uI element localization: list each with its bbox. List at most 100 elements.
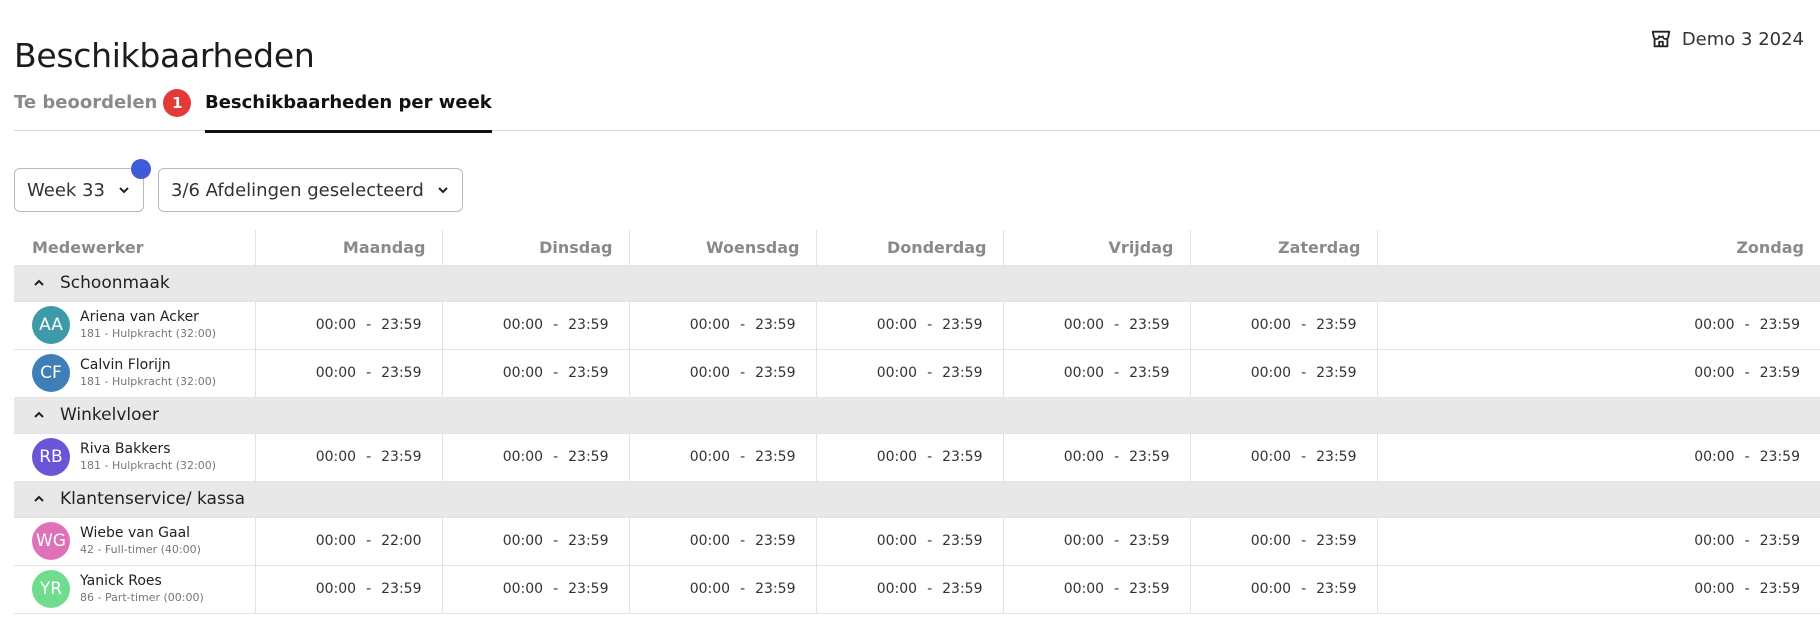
end-time: 23:59 [568, 581, 609, 597]
employee-cell: YR Yanick Roes 86 - Part-timer (00:00) [14, 564, 255, 614]
availability-cell[interactable]: 00:00-23:59 [1002, 300, 1190, 349]
availability-cell[interactable]: 00:00-23:59 [628, 564, 816, 614]
availability-cell[interactable]: 00:00-23:59 [1376, 348, 1820, 397]
time-separator: - [553, 449, 559, 465]
availability-cell[interactable]: 00:00-23:59 [254, 564, 442, 614]
availability-cell[interactable]: 00:00-23:59 [1376, 300, 1820, 349]
availability-cell[interactable]: 00:00-23:59 [628, 432, 816, 481]
availability-cell[interactable]: 00:00-23:59 [815, 348, 1003, 397]
time-separator: - [553, 581, 559, 597]
table-row[interactable]: CF Calvin Florijn 181 - Hulpkracht (32:00)… [14, 348, 1820, 397]
table-header-row: Medewerker Maandag Dinsdag Woensdag Donderda… [14, 230, 1820, 265]
count-badge: 1 [163, 89, 192, 117]
store-selector[interactable]: Demo 3 2024 [1650, 28, 1804, 50]
start-time: 00:00 [1063, 533, 1105, 549]
time-separator: - [366, 581, 372, 597]
tab-te-beoordelen[interactable]: Te beoordelen 1 [14, 89, 192, 131]
availability-cell[interactable]: 00:00-23:59 [254, 348, 442, 397]
availability-cell[interactable]: 00:00-23:59 [441, 516, 629, 565]
column-header: Maandag [254, 230, 442, 265]
time-separator: - [740, 365, 746, 381]
time-separator: - [553, 533, 559, 549]
availability-cell[interactable]: 00:00-23:59 [815, 432, 1003, 481]
department-select[interactable]: 3/6 Afdelingen geselecteerd [157, 168, 463, 212]
availability-cell[interactable]: 00:00-23:59 [1376, 516, 1820, 565]
store-icon [1651, 30, 1670, 48]
availability-cell[interactable]: 00:00-23:59 [254, 432, 442, 481]
tab-label: Beschikbaarheden per week [205, 92, 492, 113]
start-time: 00:00 [876, 581, 918, 597]
time-separator: - [1114, 365, 1120, 381]
availability-cell[interactable]: 00:00-22:00 [254, 516, 442, 565]
employee-cell: RB Riva Bakkers 181 - Hulpkracht (32:00) [14, 432, 255, 481]
availability-cell[interactable]: 00:00-23:59 [1189, 564, 1377, 614]
time-separator: - [1301, 581, 1307, 597]
time-separator: - [740, 581, 746, 597]
table-row[interactable]: WG Wiebe van Gaal 42 - Full-timer (40:00) 0… [14, 516, 1820, 565]
end-time: 23:59 [1316, 449, 1357, 465]
employee-contract: 181 - Hulpkracht (32:00) [80, 459, 216, 472]
employee-name: Riva Bakkers [80, 441, 171, 457]
start-time: 00:00 [502, 365, 544, 381]
week-select[interactable]: Week 33 [14, 159, 151, 212]
start-time: 00:00 [876, 317, 918, 333]
availability-cell[interactable]: 00:00-23:59 [1189, 516, 1377, 565]
time-separator: - [740, 317, 746, 333]
start-time: 00:00 [689, 533, 731, 549]
start-time: 00:00 [1063, 581, 1105, 597]
employee-contract: 181 - Hulpkracht (32:00) [80, 327, 216, 340]
availability-cell[interactable]: 00:00-23:59 [1376, 564, 1820, 614]
group-row[interactable]: Schoonmaak [14, 264, 1820, 301]
availability-cell[interactable]: 00:00-23:59 [441, 432, 629, 481]
start-time: 00:00 [315, 449, 357, 465]
start-time: 00:00 [502, 449, 544, 465]
availability-cell[interactable]: 00:00-23:59 [1376, 432, 1820, 481]
availability-cell[interactable]: 00:00-23:59 [628, 300, 816, 349]
availability-cell[interactable]: 00:00-23:59 [441, 564, 629, 614]
availability-cell[interactable]: 00:00-23:59 [815, 564, 1003, 614]
availability-cell[interactable]: 00:00-23:59 [628, 348, 816, 397]
availability-cell[interactable]: 00:00-23:59 [628, 516, 816, 565]
employee-name: Yanick Roes [80, 573, 162, 589]
availability-cell[interactable]: 00:00-23:59 [815, 516, 1003, 565]
end-time: 23:59 [755, 449, 796, 465]
time-separator: - [1301, 449, 1307, 465]
time-separator: - [1114, 317, 1120, 333]
availability-cell[interactable]: 00:00-23:59 [441, 300, 629, 349]
availability-cell[interactable]: 00:00-23:59 [441, 348, 629, 397]
time-separator: - [1114, 581, 1120, 597]
availability-cell[interactable]: 00:00-23:59 [1002, 348, 1190, 397]
column-header: Dinsdag [441, 230, 629, 265]
week-select-value: Week 33 [27, 179, 105, 201]
availability-cell[interactable]: 00:00-23:59 [815, 300, 1003, 349]
table-row[interactable]: AA Ariena van Acker 181 - Hulpkracht (32:0… [14, 300, 1820, 349]
availability-cell[interactable]: 00:00-23:59 [1189, 432, 1377, 481]
employee-cell: AA Ariena van Acker 181 - Hulpkracht (32:0… [14, 300, 255, 349]
table-row[interactable]: RB Riva Bakkers 181 - Hulpkracht (32:00) 00… [14, 432, 1820, 481]
end-time: 23:59 [1316, 533, 1357, 549]
availability-cell[interactable]: 00:00-23:59 [1189, 300, 1377, 349]
availability-cell[interactable]: 00:00-23:59 [1002, 516, 1190, 565]
tab-beschikbaarheden-per-week[interactable]: Beschikbaarheden per week [205, 92, 492, 133]
end-time: 23:59 [568, 365, 609, 381]
column-header: Woensdag [628, 230, 816, 265]
time-separator: - [1301, 365, 1307, 381]
group-row[interactable]: Winkelvloer [14, 396, 1820, 433]
table-row[interactable]: YR Yanick Roes 86 - Part-timer (00:00) 00:0… [14, 564, 1820, 614]
availability-cell[interactable]: 00:00-23:59 [1002, 432, 1190, 481]
avatar: WG [32, 522, 70, 560]
employee-contract: 86 - Part-timer (00:00) [80, 591, 204, 604]
end-time: 23:59 [1759, 449, 1800, 465]
start-time: 00:00 [1063, 449, 1105, 465]
start-time: 00:00 [1250, 533, 1292, 549]
chevron-up-icon[interactable] [32, 276, 46, 290]
chevron-up-icon[interactable] [32, 408, 46, 422]
time-separator: - [740, 533, 746, 549]
start-time: 00:00 [876, 449, 918, 465]
availability-cell[interactable]: 00:00-23:59 [1002, 564, 1190, 614]
group-row[interactable]: Klantenservice/ kassa [14, 480, 1820, 517]
chevron-up-icon[interactable] [32, 492, 46, 506]
availability-cell[interactable]: 00:00-23:59 [1189, 348, 1377, 397]
group-cell: Schoonmaak [14, 264, 1820, 301]
availability-cell[interactable]: 00:00-23:59 [254, 300, 442, 349]
